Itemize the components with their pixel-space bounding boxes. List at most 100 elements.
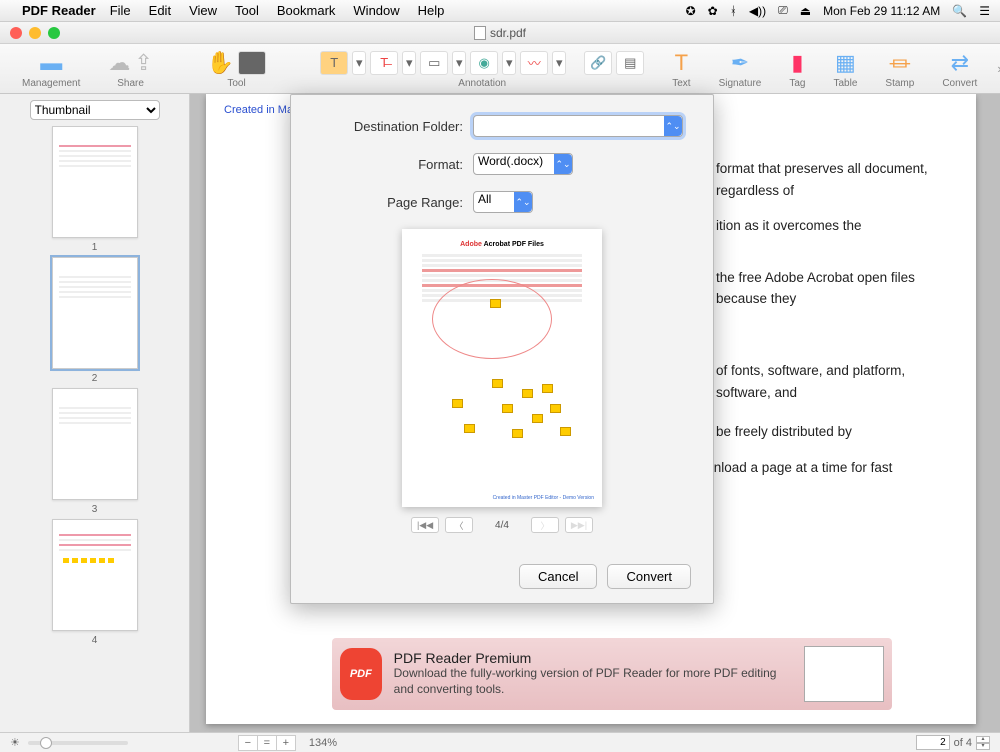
link-button[interactable]: 🔗 bbox=[584, 51, 612, 75]
brightness-icon[interactable]: ☀ bbox=[10, 736, 20, 749]
gear-icon[interactable]: ✿ bbox=[708, 4, 718, 18]
sticky-note-icon bbox=[522, 389, 533, 398]
toolbar-label: Signature bbox=[719, 78, 762, 89]
cancel-button[interactable]: Cancel bbox=[519, 564, 597, 589]
highlight-text-button[interactable]: T bbox=[320, 51, 348, 75]
thumbnail-page[interactable] bbox=[52, 126, 138, 238]
page-indicator: 4/4 bbox=[495, 520, 509, 531]
convert-icon[interactable]: ⇄ bbox=[951, 50, 969, 76]
shape-button[interactable]: ▭ bbox=[420, 51, 448, 75]
hand-icon[interactable]: ✋ bbox=[207, 50, 234, 76]
table-icon[interactable]: ▦ bbox=[835, 50, 856, 76]
menu-edit[interactable]: Edit bbox=[149, 3, 171, 18]
dropdown-icon[interactable]: ▾ bbox=[552, 51, 566, 75]
page-number-input[interactable] bbox=[916, 735, 950, 750]
format-select[interactable]: Word(.docx)⌃⌄ bbox=[473, 153, 573, 175]
sticky-note-icon bbox=[492, 379, 503, 388]
sticky-note-icon bbox=[490, 299, 501, 308]
signature-icon[interactable]: ✒ bbox=[731, 50, 749, 76]
menu-file[interactable]: File bbox=[110, 3, 131, 18]
dropdown-icon[interactable]: ▾ bbox=[452, 51, 466, 75]
sticky-note-icon bbox=[512, 429, 523, 438]
menu-tool[interactable]: Tool bbox=[235, 3, 259, 18]
dropdown-icon[interactable]: ▾ bbox=[502, 51, 516, 75]
circle-button[interactable]: ◉ bbox=[470, 51, 498, 75]
window-titlebar: sdr.pdf bbox=[0, 22, 1000, 44]
ad-subtitle: Download the fully-working version of PD… bbox=[394, 666, 792, 697]
zoom-level: 134% bbox=[309, 737, 337, 749]
text-tool-icon[interactable]: T bbox=[675, 50, 688, 76]
page-text: format that preserves all document, rega… bbox=[716, 158, 934, 201]
page-range-label: Page Range: bbox=[313, 195, 463, 210]
dropdown-icon[interactable]: ▾ bbox=[352, 51, 366, 75]
dest-folder-label: Destination Folder: bbox=[313, 119, 463, 134]
note-button[interactable]: ▤ bbox=[616, 51, 644, 75]
sticky-note-icon bbox=[502, 404, 513, 413]
minimize-window-button[interactable] bbox=[29, 27, 41, 39]
preview-footer: Created in Master PDF Editor - Demo Vers… bbox=[493, 495, 594, 501]
dropdown-icon[interactable]: ▾ bbox=[402, 51, 416, 75]
preview-title: Adobe Adobe Acrobat PDF FilesAcrobat PDF… bbox=[414, 241, 590, 248]
volume-icon[interactable]: ◀)) bbox=[749, 4, 766, 18]
menu-window[interactable]: Window bbox=[353, 3, 399, 18]
page-range-select[interactable]: All⌃⌄ bbox=[473, 191, 533, 213]
menu-view[interactable]: View bbox=[189, 3, 217, 18]
convert-button[interactable]: Convert bbox=[607, 564, 691, 589]
toolbar-label: Tool bbox=[227, 78, 245, 89]
menu-bookmark[interactable]: Bookmark bbox=[277, 3, 336, 18]
menu-help[interactable]: Help bbox=[418, 3, 445, 18]
maximize-window-button[interactable] bbox=[48, 27, 60, 39]
thumbnail-sidebar: Thumbnail 1 2 3 4 bbox=[0, 94, 190, 732]
thumbnail-number: 3 bbox=[92, 504, 98, 515]
eject-icon[interactable]: ⏏ bbox=[800, 4, 811, 18]
thumbnail-page[interactable] bbox=[52, 519, 138, 631]
share-up-icon[interactable]: ⇪ bbox=[134, 50, 152, 76]
display-icon[interactable]: ⎚ bbox=[778, 3, 788, 18]
bluetooth-icon[interactable]: ᚼ bbox=[730, 4, 737, 18]
page-stepper[interactable]: ▴▾ bbox=[976, 736, 990, 750]
freehand-button[interactable]: 〰 bbox=[520, 51, 548, 75]
menubar-icon[interactable]: ✪ bbox=[686, 4, 696, 18]
zoom-out-button[interactable]: − bbox=[238, 735, 258, 751]
ad-screenshot bbox=[804, 646, 884, 702]
dest-folder-select[interactable]: ⌃⌄ bbox=[473, 115, 683, 137]
zoom-fit-button[interactable]: = bbox=[257, 735, 277, 751]
thumbnail-page[interactable] bbox=[52, 388, 138, 500]
system-menubar: PDF Reader File Edit View Tool Bookmark … bbox=[0, 0, 1000, 22]
ad-title: PDF Reader Premium bbox=[394, 650, 792, 666]
tag-icon[interactable]: ▮ bbox=[791, 50, 803, 76]
spotlight-icon[interactable]: 🔍 bbox=[952, 4, 967, 18]
close-window-button[interactable] bbox=[10, 27, 22, 39]
page-total: of 4 bbox=[954, 737, 972, 749]
first-page-button[interactable]: |◀◀ bbox=[411, 517, 439, 533]
annotation-circle bbox=[432, 279, 552, 359]
sticky-note-icon bbox=[532, 414, 543, 423]
cloud-icon[interactable]: ☁ bbox=[108, 50, 130, 76]
app-name[interactable]: PDF Reader bbox=[22, 3, 96, 18]
sticky-note-icon bbox=[560, 427, 571, 436]
thumbnail-page[interactable] bbox=[52, 257, 138, 369]
next-page-button[interactable]: 〉 bbox=[531, 517, 559, 533]
premium-ad-banner[interactable]: PDF PDF Reader Premium Download the full… bbox=[332, 638, 892, 710]
last-page-button[interactable]: ▶▶| bbox=[565, 517, 593, 533]
strikethrough-button[interactable]: T̶ bbox=[370, 51, 398, 75]
prev-page-button[interactable]: 〈 bbox=[445, 517, 473, 533]
select-tool[interactable] bbox=[238, 51, 266, 75]
clock[interactable]: Mon Feb 29 11:12 AM bbox=[823, 4, 940, 18]
stamp-icon[interactable]: ⏛ bbox=[889, 47, 911, 79]
status-bar: ☀ − = + 134% of 4 ▴▾ bbox=[0, 732, 1000, 752]
toolbar-label: Annotation bbox=[458, 78, 506, 89]
toolbar-label: Stamp bbox=[885, 78, 914, 89]
page-text: be freely distributed by bbox=[716, 421, 934, 443]
zoom-slider[interactable] bbox=[28, 741, 128, 745]
document-icon bbox=[474, 26, 486, 40]
toolbar-label: Table bbox=[834, 78, 858, 89]
thumbnail-number: 4 bbox=[92, 635, 98, 646]
zoom-in-button[interactable]: + bbox=[276, 735, 296, 751]
notification-icon[interactable]: ☰ bbox=[979, 4, 990, 18]
sticky-note-icon bbox=[464, 424, 475, 433]
sticky-note-icon bbox=[542, 384, 553, 393]
dropdown-arrow-icon: ⌃⌄ bbox=[514, 192, 532, 212]
management-icon[interactable]: ▬ bbox=[40, 50, 62, 76]
sidebar-mode-select[interactable]: Thumbnail bbox=[30, 100, 160, 120]
